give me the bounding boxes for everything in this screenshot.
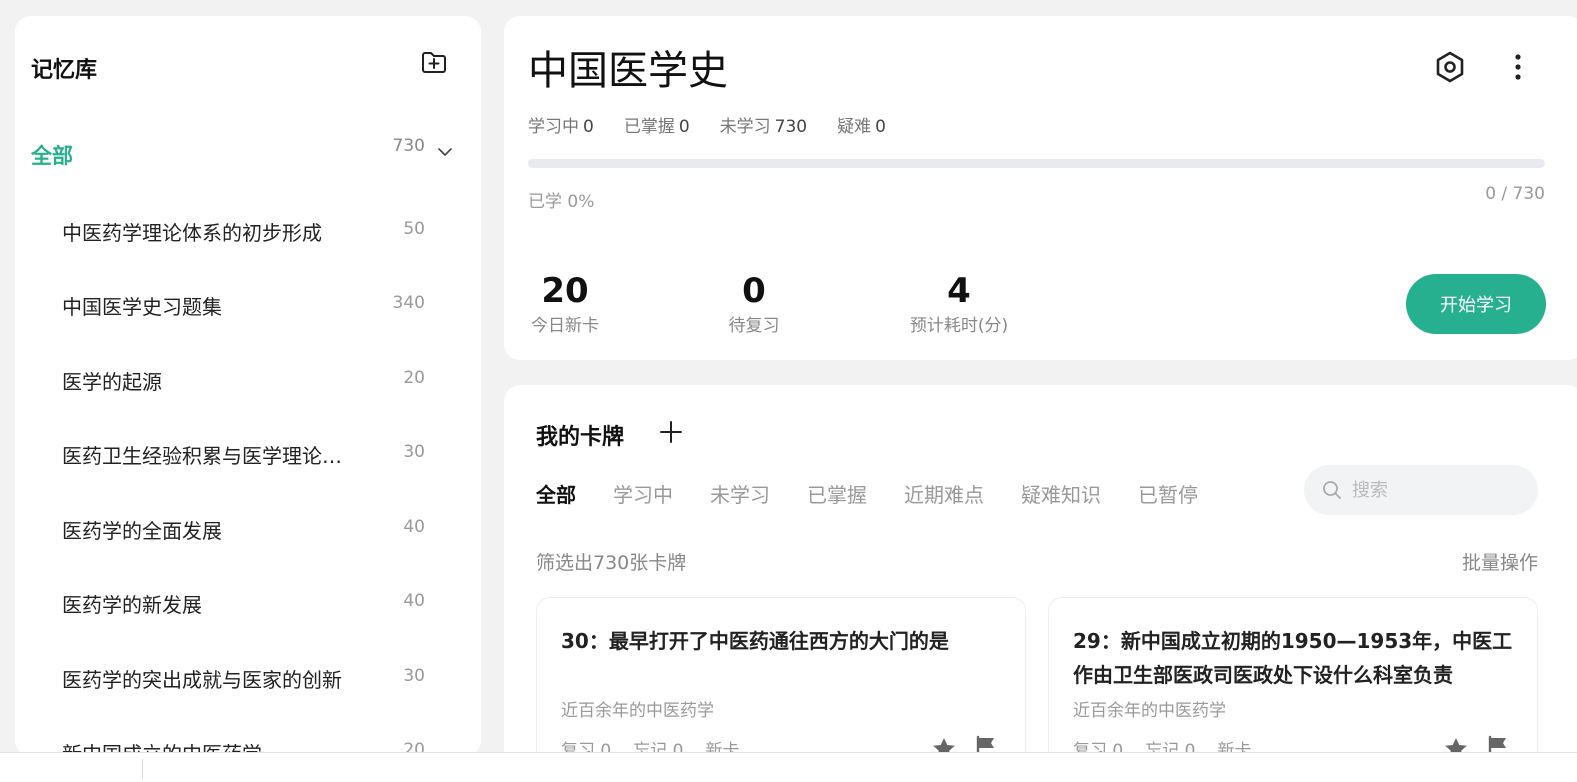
chevron-down-icon[interactable] <box>435 142 455 162</box>
sidebar-item[interactable]: 中医药学理论体系的初步形成 50 <box>62 211 442 251</box>
sidebar-item-count: 40 <box>403 517 425 537</box>
card-filter-tabs: 全部 学习中 未学习 已掌握 近期难点 疑难知识 已暂停 <box>536 479 1235 508</box>
filter-result-text: 筛选出730张卡牌 <box>536 552 687 574</box>
sidebar-item[interactable]: 中国医学史习题集 340 <box>62 285 442 325</box>
sidebar-title: 记忆库 <box>31 58 98 83</box>
flashcard-question: 29：新中国成立初期的1950—1953年，中医工作由卫生部医政司医政处下设什么… <box>1073 629 1513 687</box>
metric-to-review: 0 待复习 <box>716 271 792 336</box>
deck-overview: 中国医学史 学习中 0 已掌握 0 未学习 730 疑难 0 已学 0% 0 / 730… <box>504 16 1577 360</box>
learned-percentage: 已学 0% <box>528 192 595 212</box>
stat-learning: 学习中 0 <box>528 112 594 137</box>
sidebar-item-count: 30 <box>403 666 425 686</box>
sidebar-item-label: 医学的起源 <box>62 370 162 394</box>
sidebar-item-all[interactable]: 全部 <box>31 140 73 170</box>
page-title: 中国医学史 <box>528 48 728 94</box>
search-input[interactable] <box>1352 479 1522 501</box>
plus-icon[interactable] <box>656 417 686 447</box>
stat-learning-value: 0 <box>583 117 594 137</box>
sidebar-item-count: 20 <box>403 368 425 388</box>
sidebar-item[interactable]: 医药卫生经验积累与医学理论… 30 <box>62 434 442 474</box>
add-folder-icon[interactable] <box>420 48 448 76</box>
sidebar-item[interactable]: 医药学的新发展 40 <box>62 583 442 623</box>
sidebar-item-count: 30 <box>403 442 425 462</box>
tab-paused[interactable]: 已暂停 <box>1138 479 1198 508</box>
tab-difficult-knowledge[interactable]: 疑难知识 <box>1021 479 1101 508</box>
sidebar-all-count: 730 <box>392 136 425 156</box>
flashcard-chapter: 近百余年的中医药学 <box>561 701 714 721</box>
sidebar-item-label: 医药学的全面发展 <box>62 519 222 543</box>
stat-learning-label: 学习中 <box>528 117 579 137</box>
section-title: 我的卡牌 <box>536 425 625 450</box>
tab-unlearned[interactable]: 未学习 <box>710 479 770 508</box>
sidebar-item[interactable]: 医学的起源 20 <box>62 360 442 400</box>
metric-label: 预计耗时(分) <box>909 316 1009 336</box>
stat-mastered-label: 已掌握 <box>623 117 675 137</box>
flashcard-chapter: 近百余年的中医药学 <box>1073 701 1226 721</box>
metric-new-cards: 20 今日新卡 <box>528 271 602 336</box>
stat-unlearned-value: 730 <box>774 117 808 137</box>
deck-stats: 学习中 0 已掌握 0 未学习 730 疑难 0 <box>528 112 886 137</box>
metric-number: 20 <box>541 271 589 311</box>
metric-label: 今日新卡 <box>531 316 599 336</box>
search-icon <box>1323 481 1341 499</box>
metric-number: 0 <box>742 271 766 311</box>
sidebar-item-label: 医药学的新发展 <box>62 593 202 617</box>
stat-unlearned: 未学习 730 <box>720 112 807 137</box>
sidebar-item-label: 医药学的突出成就与医家的创新 <box>62 668 342 692</box>
stat-difficult-value: 0 <box>875 117 886 137</box>
tab-mastered[interactable]: 已掌握 <box>807 479 867 508</box>
bottom-status-bar <box>0 752 1577 782</box>
tab-recent-difficult[interactable]: 近期难点 <box>904 479 984 508</box>
sidebar-item-label: 中医药学理论体系的初步形成 <box>62 221 322 245</box>
metric-label: 待复习 <box>728 316 780 336</box>
sidebar-item[interactable]: 医药学的全面发展 40 <box>62 509 442 549</box>
stat-mastered-value: 0 <box>678 117 690 137</box>
start-learning-button[interactable]: 开始学习 <box>1406 274 1546 334</box>
metric-estimated-time: 4 预计耗时(分) <box>900 271 1018 336</box>
sidebar-item-label: 中国医学史习题集 <box>62 295 222 319</box>
flashcard-question: 30：最早打开了中医药通往西方的大门的是 <box>561 629 949 653</box>
deck-sidebar: 记忆库 全部 730 中医药学理论体系的初步形成 50 中国医学史习题集 340… <box>15 16 481 756</box>
my-cards-panel: 我的卡牌 全部 学习中 未学习 已掌握 近期难点 疑难知识 已暂停 筛选出730… <box>504 385 1577 782</box>
stat-mastered: 已掌握 0 <box>624 112 690 137</box>
stat-difficult: 疑难 0 <box>837 112 886 137</box>
sidebar-item[interactable]: 医药学的突出成就与医家的创新 30 <box>62 658 442 698</box>
tab-learning[interactable]: 学习中 <box>613 479 673 508</box>
search-box[interactable] <box>1304 465 1538 515</box>
settings-icon[interactable] <box>1432 49 1468 85</box>
sidebar-item-label: 医药卫生经验积累与医学理论… <box>62 444 342 468</box>
batch-operation-button[interactable]: 批量操作 <box>1462 548 1538 575</box>
learned-count: 0 / 730 <box>1485 184 1545 204</box>
sidebar-item-count: 340 <box>392 293 425 313</box>
sidebar-item-count: 50 <box>403 219 425 239</box>
sidebar-item-count: 40 <box>403 591 425 611</box>
more-vertical-icon[interactable] <box>1500 49 1536 85</box>
divider <box>142 759 143 779</box>
stat-unlearned-label: 未学习 <box>719 117 771 137</box>
progress-bar <box>528 159 1545 168</box>
stat-difficult-label: 疑难 <box>837 117 872 137</box>
tab-all[interactable]: 全部 <box>536 479 576 508</box>
metric-number: 4 <box>947 271 971 311</box>
